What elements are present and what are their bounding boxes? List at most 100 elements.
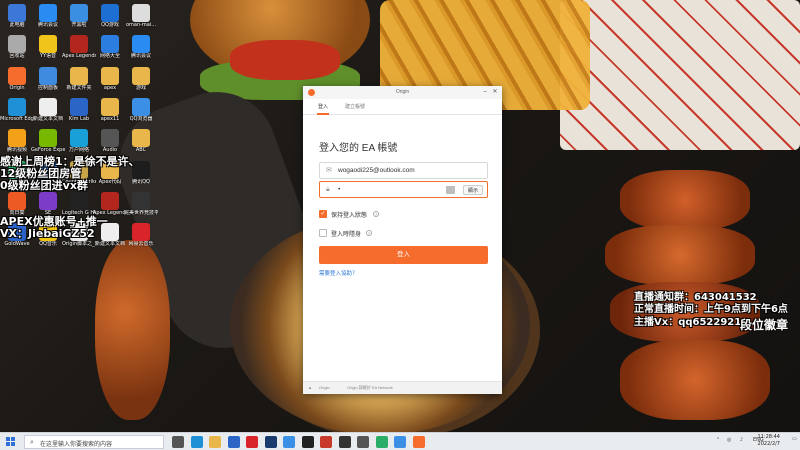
taskbar-app-icon[interactable] [320, 436, 332, 448]
app-icon [101, 66, 119, 85]
desktop-icon[interactable]: 向日葵 [0, 191, 34, 216]
minimize-icon[interactable]: – [480, 88, 490, 97]
window-titlebar[interactable]: Origin – ✕ [303, 86, 502, 99]
app-icon [101, 191, 119, 210]
app-icon [101, 97, 119, 116]
taskbar-app-icon[interactable] [283, 436, 295, 448]
desktop-icon-label: 新建文本文档 [94, 241, 125, 248]
desktop-icon-label: 新建文本文档 [32, 115, 63, 122]
desktop-icon[interactable]: 腾讯视频 [0, 129, 34, 153]
overlay-vx-line: VX：JiebaiGZ52 [0, 227, 95, 240]
app-icon [70, 129, 88, 148]
login-help-link[interactable]: 需要登入協助？ [319, 269, 358, 277]
desktop-icon[interactable]: Audio [93, 129, 127, 153]
desktop-icon[interactable]: Apex Legends [93, 191, 127, 216]
desktop-icon[interactable]: Logitech G HUB [62, 191, 96, 216]
taskbar-app-icon[interactable] [190, 436, 203, 448]
volume-icon[interactable]: ♪ [740, 437, 743, 443]
invisible-login-checkbox[interactable] [319, 229, 327, 237]
keyboard-icon[interactable] [446, 186, 455, 194]
desktop-icon[interactable]: QQ浏览器 [124, 97, 158, 122]
taskbar-app-icon[interactable] [264, 436, 277, 448]
taskbar-app-icon[interactable] [338, 436, 351, 448]
taskbar-app-icon[interactable] [412, 436, 425, 448]
app-icon [132, 66, 150, 85]
desktop-icon[interactable]: apex [93, 66, 127, 91]
desktop-icon[interactable]: Kim Lab [62, 97, 96, 122]
desktop-icon[interactable]: 完美世界竞技平台 [124, 191, 158, 216]
close-icon[interactable]: ✕ [490, 88, 500, 97]
desktop-icon[interactable]: 开黑啦 [62, 4, 96, 28]
window-title: Origin [395, 89, 410, 95]
desktop-icon-label: GoldWave [4, 241, 30, 248]
desktop-icon[interactable]: SE [31, 191, 65, 216]
desktop-icon-label: 万户网络 [68, 147, 89, 154]
taskbar-clock[interactable]: 11:28:44 2022/2/7 [758, 434, 780, 448]
network-icon[interactable]: ◎ [727, 437, 731, 443]
overlay-streamer-vx: 主播Vx：qq6522921 [634, 317, 742, 328]
desktop-icon[interactable]: 游戏 [124, 66, 158, 91]
help-icon[interactable]: ? [373, 211, 379, 217]
desktop-icon-label: 此电脑 [9, 22, 25, 28]
desktop-icon[interactable]: 控制面板 [31, 66, 65, 91]
show-password-button[interactable]: 顯示 [462, 185, 483, 195]
taskbar-app-icon[interactable] [246, 436, 258, 448]
taskbar-search-input[interactable]: ⌕ 在这里输入你要搜索的内容 [24, 435, 164, 449]
desktop-icon[interactable]: apex11 [93, 97, 127, 122]
taskbar-app-icon[interactable] [209, 436, 221, 448]
app-icon [8, 4, 26, 22]
desktop-icon[interactable]: ABC [124, 129, 158, 153]
window-footer: ▲ Origin Origin 隸屬於 EA Network [303, 381, 502, 394]
desktop-icon[interactable]: 此电脑 [0, 4, 34, 28]
desktop-icon[interactable]: Origin [0, 66, 34, 91]
desktop-icon[interactable]: 回收站 [0, 35, 34, 59]
taskbar-app-icon[interactable] [394, 436, 406, 448]
desktop-icon-label: GeForce Experience [31, 147, 65, 154]
tray-chevron-icon[interactable]: ⌃ [716, 437, 720, 443]
desktop-icon-label: oman-mai... [125, 22, 157, 28]
email-field[interactable]: ✉ wogaodi225@outlook.com [319, 162, 488, 179]
app-icon [39, 129, 57, 148]
desktop-icon[interactable]: oman-mai... [124, 4, 158, 28]
login-button[interactable]: 登入 [319, 246, 488, 264]
desktop-icon[interactable]: 网络大全 [93, 35, 127, 59]
taskbar-app-icon[interactable] [301, 436, 314, 448]
app-icon [70, 66, 88, 85]
taskbar-app-icon[interactable] [375, 436, 388, 448]
tab-create-account[interactable]: 建立帳號 [345, 103, 365, 110]
desktop-icon[interactable]: 腾讯会议 [124, 35, 158, 59]
lock-icon: 🔒︎ [326, 186, 330, 193]
taskbar-app-icon[interactable] [172, 436, 184, 448]
taskbar-app-icon[interactable] [227, 436, 240, 448]
desktop-icon[interactable]: 新建文本文档 [31, 97, 65, 122]
desktop-icon-label: QQ浏览器 [129, 115, 153, 122]
help-icon[interactable]: ? [366, 230, 372, 236]
password-field[interactable]: 🔒︎ • 顯示 [319, 181, 488, 198]
desktop-icon-label: apex11 [100, 115, 120, 122]
clock-time: 11:28:44 [757, 434, 780, 440]
desktop-icon[interactable]: 新建文件夹 [62, 66, 96, 91]
invisible-login-label[interactable]: 登入時隱身 [331, 229, 361, 238]
desktop-icon[interactable]: 腾讯会议 [31, 4, 65, 28]
desktop-icon[interactable]: GeForce Experience [31, 129, 65, 153]
tab-login[interactable]: 登入 [318, 103, 328, 110]
search-icon: ⌕ [30, 438, 34, 446]
wallpaper-wing [620, 170, 750, 230]
desktop-icon-label: Audio [102, 147, 118, 154]
desktop-icon[interactable]: 万户网络 [62, 129, 96, 153]
desktop-icon[interactable]: Microsoft Edge [0, 97, 34, 122]
notification-icon[interactable]: ▭ [792, 436, 797, 442]
taskbar-app-icon[interactable] [357, 436, 369, 448]
desktop-icon-label: Kim Lab [68, 115, 90, 122]
desktop-icon[interactable]: QQ游戏 [93, 4, 127, 28]
app-icon [132, 4, 150, 22]
app-icon [39, 191, 57, 210]
app-icon [39, 4, 57, 22]
desktop-icon[interactable]: 网易云音乐 [124, 223, 158, 247]
desktop-icon[interactable]: Apex Legends [62, 35, 96, 59]
windows-start-icon[interactable] [6, 437, 16, 447]
remember-me-checkbox[interactable]: ✓ [319, 210, 327, 218]
login-tabs: 登入 建立帳號 [303, 99, 502, 115]
desktop-icon[interactable]: YY语音 [31, 35, 65, 59]
remember-me-label[interactable]: 保持登入狀態 [331, 210, 367, 219]
